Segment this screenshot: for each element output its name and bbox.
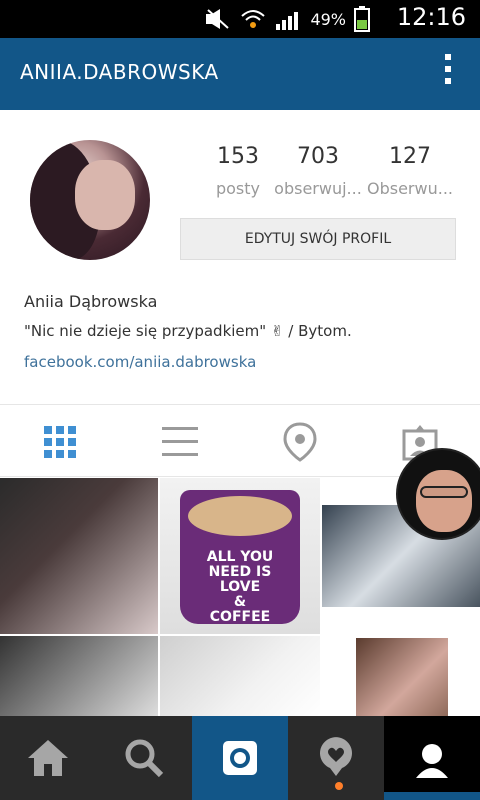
nav-profile[interactable] [384,716,480,800]
home-icon [28,740,68,776]
notification-dot [335,782,343,790]
profile-name: Aniia Dąbrowska [24,292,158,311]
active-tab-indicator [384,792,480,800]
edit-profile-button[interactable]: EDYTUJ SWÓJ PROFIL [180,218,456,260]
profile-stats: 153 posty 703 obserwuj... 127 Obserwu... [190,144,460,208]
mug-text: ALL YOU NEED IS LOVE & COFFEE [206,549,274,625]
photo-tile[interactable] [160,636,320,716]
list-view-tab[interactable] [152,418,208,466]
nav-search[interactable] [96,716,192,800]
nav-camera[interactable] [192,716,288,800]
wifi-icon [241,10,266,28]
nav-home[interactable] [0,716,96,800]
section-divider [0,404,480,405]
bottom-navigation [0,716,480,800]
profile-bio: "Nic nie dzieje się przypadkiem" ✌ / Byt… [24,322,352,340]
stat-followers-label: obserwuj... [274,179,362,198]
username-title: ANIIA.DABROWSKA [20,60,219,84]
photo-tile[interactable] [0,636,158,716]
search-icon [125,739,164,778]
battery-percent: 49% [310,9,346,29]
stat-followers-count: 703 [297,144,339,169]
coffee-mug-photo: ALL YOU NEED IS LOVE & COFFEE [180,490,300,625]
profile-link[interactable]: facebook.com/aniia.dabrowska [24,353,256,371]
selfie-photo [356,638,448,716]
mute-icon [206,9,230,29]
battery-icon [354,6,370,32]
stat-following[interactable]: 127 Obserwu... [362,144,458,198]
app-bar: ANIIA.DABROWSKA [0,38,480,110]
stat-following-label: Obserwu... [367,179,453,198]
stat-followers[interactable]: 703 obserwuj... [270,144,366,198]
grid-view-tab[interactable] [32,418,88,466]
camera-icon [223,741,257,775]
status-icons: 49% [204,6,370,32]
stat-following-count: 127 [389,144,431,169]
location-tab[interactable] [272,418,328,466]
activity-icon [320,737,352,776]
grid-icon [44,426,76,458]
status-bar: 49% 12:16 [0,0,480,38]
profile-avatar[interactable] [30,140,150,260]
signal-icon [276,12,299,30]
list-icon [162,427,198,456]
photo-tile[interactable] [0,478,158,634]
clock: 12:16 [396,3,466,31]
profile-icon [416,744,448,778]
overflow-menu-icon[interactable] [440,54,456,94]
location-icon [283,422,317,462]
floating-chat-head-avatar[interactable] [396,448,480,540]
